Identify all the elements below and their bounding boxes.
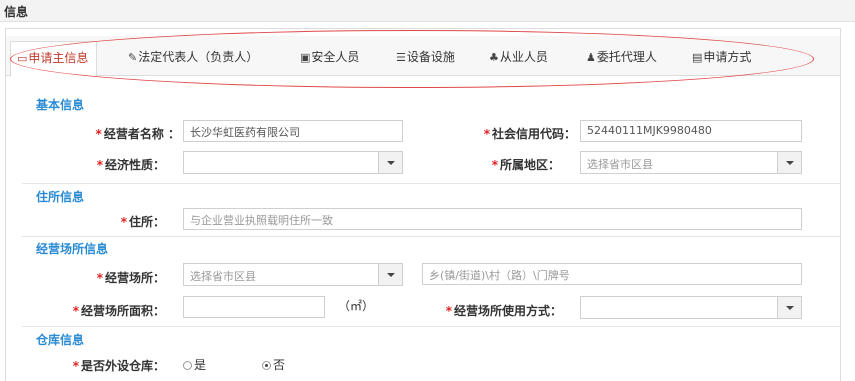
document-icon: ▤ [692, 51, 703, 64]
premises-area-label: * 经营场所面积： [72, 304, 165, 318]
section-divider [22, 183, 840, 184]
premises-area-field[interactable] [183, 296, 325, 318]
premises-location-select[interactable]: 选择省市区县 [183, 263, 403, 286]
form-panel [5, 28, 841, 381]
section-divider [22, 236, 840, 237]
radio-button-selected[interactable] [262, 361, 271, 370]
window-title: 信息 [4, 5, 29, 19]
chevron-down-icon[interactable] [777, 297, 801, 318]
premises-usage-select[interactable] [580, 296, 802, 319]
external-warehouse-label: * 是否外设仓库： [72, 359, 165, 373]
operator-name-label: * 经营者名称 ： [95, 127, 180, 141]
tab-employees[interactable]: ♣从业人员 [489, 48, 548, 65]
section-title-basic: 基本信息 [36, 98, 85, 112]
credit-code-label: * 社会信用代码： [483, 127, 576, 141]
camera-icon: ▣ [300, 51, 311, 64]
wrench-icon: ✎ [128, 51, 138, 64]
economic-nature-select[interactable] [183, 151, 403, 174]
user-icon: ♟ [586, 51, 596, 64]
premises-usage-label: * 经营场所使用方式： [445, 304, 562, 318]
tab-legal-representative[interactable]: ✎法定代表人（负责人） [128, 48, 258, 65]
chevron-down-icon[interactable] [378, 152, 402, 173]
chevron-down-icon[interactable] [777, 152, 801, 173]
radio-button[interactable] [183, 361, 192, 370]
tab-safety-personnel[interactable]: ▣安全人员 [300, 48, 359, 65]
credit-code-field[interactable]: 52440111MJK9980480 [580, 120, 802, 142]
radio-option-yes[interactable]: 是 [183, 356, 206, 373]
section-title-warehouse: 仓库信息 [36, 333, 85, 347]
monitor-icon: ▭ [17, 52, 28, 65]
tab-agent[interactable]: ♟委托代理人 [586, 48, 657, 65]
users-icon: ♣ [489, 51, 499, 64]
window-title-bar: 信息 [0, 0, 855, 22]
database-icon: ☰ [396, 51, 406, 64]
section-title-premises: 经营场所信息 [36, 242, 109, 256]
premises-street-field[interactable]: 乡(镇/街道)\村（路）\门牌号 [422, 263, 802, 285]
premises-location-label: * 经营场所： [96, 271, 165, 285]
radio-option-no[interactable]: 否 [262, 356, 285, 373]
operator-name-field[interactable]: 长沙华虹医药有限公司 [183, 120, 403, 142]
tab-bar: ▭申请主信息 ✎法定代表人（负责人） ▣安全人员 ☰设备设施 ♣从业人员 ♟委托… [6, 36, 840, 77]
residence-label: * 住所： [120, 215, 165, 229]
section-divider [22, 326, 840, 327]
area-unit-label: （㎡） [338, 299, 375, 313]
residence-field[interactable]: 与企业营业执照载明住所一致 [183, 208, 802, 230]
region-label: * 所属地区： [491, 158, 560, 172]
tab-application-method[interactable]: ▤申请方式 [692, 48, 751, 65]
economic-nature-label: * 经济性质： [96, 158, 165, 172]
tab-equipment[interactable]: ☰设备设施 [396, 48, 455, 65]
section-title-residence: 住所信息 [36, 190, 85, 204]
tab-applicant-info[interactable]: ▭申请主信息 [10, 41, 98, 77]
region-select[interactable]: 选择省市区县 [580, 151, 802, 174]
chevron-down-icon[interactable] [378, 264, 402, 285]
